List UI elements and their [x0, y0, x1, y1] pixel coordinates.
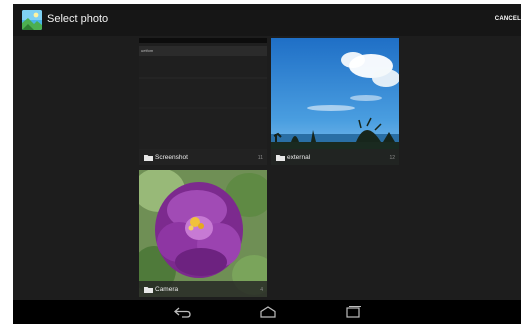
screenshot-preview-bar: uetfom	[139, 46, 267, 56]
album-count: 4	[260, 287, 263, 293]
folder-icon	[144, 155, 153, 161]
album-screenshot[interactable]: uetfom Screenshot 11	[139, 38, 267, 165]
album-count: 12	[389, 155, 395, 161]
album-thumbnail	[139, 38, 267, 165]
album-count: 11	[257, 155, 263, 161]
action-bar: Select photo CANCEL	[13, 4, 521, 36]
home-icon[interactable]	[258, 305, 278, 319]
album-camera[interactable]: Camera 4	[139, 170, 267, 297]
album-name: external	[287, 154, 311, 161]
folder-icon	[276, 155, 285, 161]
screenshot-preview-text: uetfom	[141, 48, 154, 53]
album-thumbnail	[139, 170, 267, 297]
album-thumbnail	[271, 38, 399, 165]
folder-icon	[144, 287, 153, 293]
album-name: Screenshot	[155, 154, 188, 161]
album-grid: uetfom Screenshot 11 external 12 Camera …	[139, 38, 399, 300]
album-name: Camera	[155, 286, 179, 293]
gallery-app-icon[interactable]	[22, 10, 42, 30]
album-external[interactable]: external 12	[271, 38, 399, 165]
recent-apps-icon[interactable]	[343, 305, 363, 319]
back-icon[interactable]	[173, 305, 193, 319]
screen: Select photo CANCEL uetfom Screenshot 11	[13, 4, 521, 324]
page-title: Select photo	[47, 13, 109, 25]
system-nav-bar	[13, 300, 521, 324]
cancel-button[interactable]: CANCEL	[495, 16, 521, 22]
